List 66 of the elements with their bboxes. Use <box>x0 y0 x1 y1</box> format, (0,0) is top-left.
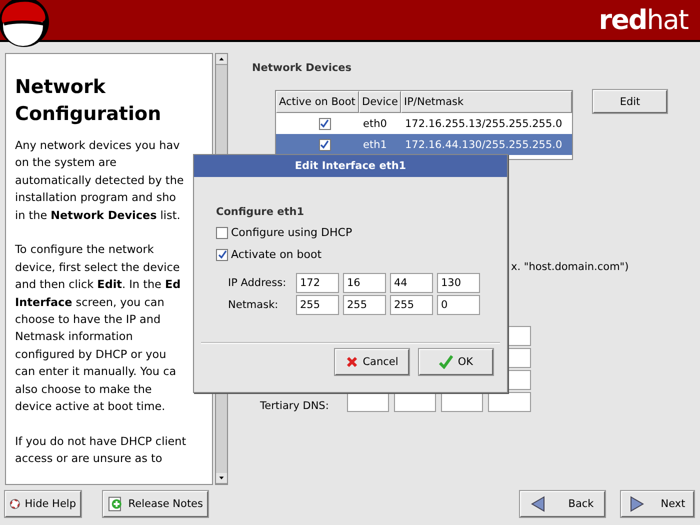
help-text: configured by DHCP or you <box>15 346 168 363</box>
help-text: installation program and sho <box>15 190 178 206</box>
help-text: on the system are <box>15 155 118 172</box>
option-label[interactable]: Configure using DHCP <box>231 226 352 239</box>
input-field[interactable] <box>394 392 436 412</box>
help-text: in the Network Devices list. <box>15 208 182 224</box>
checkbox[interactable] <box>318 118 330 130</box>
option-label[interactable]: Activate on boot <box>231 248 322 261</box>
table-cell-text: 172.16.44.130/255.255.255.0 <box>404 138 564 150</box>
help-text: choose to have the IP and <box>15 312 162 328</box>
octet-field[interactable]: 255 <box>343 295 386 315</box>
section-title: Configure eth1 <box>216 206 306 218</box>
left-triangle-icon <box>531 496 546 512</box>
help-text: device, first select the device <box>15 260 181 276</box>
help-text: Netmask information <box>15 329 134 346</box>
next-button[interactable]: Next <box>621 490 694 516</box>
table-cell-text: eth0 <box>362 118 388 130</box>
help-text: To configure the network <box>15 242 155 258</box>
octet-field[interactable]: 255 <box>296 295 339 315</box>
help-text: Any network devices you hav <box>15 138 181 154</box>
dialog-title: Edit Interface eth1 <box>194 155 507 177</box>
help-text: and then click Edit. In the Ed <box>15 277 182 294</box>
release-notes-button[interactable]: Release Notes <box>103 490 208 516</box>
help-text: automatically detected by the <box>15 172 185 189</box>
field-label: IP Address: <box>228 277 288 289</box>
edit-button[interactable]: Edit <box>593 90 667 113</box>
scroll-down-icon[interactable] <box>216 473 227 484</box>
table-cell-text: 172.16.255.13/255.255.255.0 <box>404 118 564 130</box>
help-text: can enter it manually. You ca <box>15 364 178 380</box>
table-cell-text: eth1 <box>362 138 388 150</box>
checkmark-icon <box>438 355 453 369</box>
column-header[interactable]: Active on Boot <box>276 91 359 113</box>
octet-field[interactable]: 0 <box>437 295 480 315</box>
help-text: access or are unsure as to <box>15 451 164 468</box>
help-text: If you do not have DHCP client <box>15 434 188 450</box>
scroll-up-icon[interactable] <box>216 54 227 65</box>
cancel-button[interactable]: Cancel <box>335 349 409 375</box>
close-icon <box>346 356 358 368</box>
hint-text: x. "host.domain.com") <box>511 261 630 273</box>
ok-button[interactable]: OK <box>419 349 493 375</box>
hide-help-button[interactable]: Hide Help <box>5 490 81 516</box>
add-document-icon <box>108 496 124 512</box>
input-field[interactable] <box>347 392 389 412</box>
help-title: Network Configuration <box>15 75 162 127</box>
column-header[interactable]: Device <box>359 91 401 113</box>
help-text: device active at boot time. <box>15 399 166 416</box>
input-field[interactable] <box>488 392 531 412</box>
right-triangle-icon <box>630 496 644 512</box>
octet-field[interactable]: 16 <box>343 273 386 293</box>
input-field[interactable] <box>441 392 483 412</box>
octet-field[interactable]: 44 <box>390 273 433 293</box>
section-title: Network Devices <box>252 62 353 74</box>
device-row[interactable]: eth1 172.16.44.130/255.255.255.0 <box>276 134 572 155</box>
help-text: Interface screen, you can <box>15 294 166 311</box>
octet-field[interactable]: 172 <box>296 273 339 293</box>
checkbox[interactable] <box>216 248 228 260</box>
field-label: Netmask: <box>228 299 280 311</box>
brand-logo: redhat <box>598 4 688 36</box>
checkbox[interactable] <box>318 138 330 150</box>
help-text: also choose to make the <box>15 382 153 398</box>
octet-field[interactable]: 130 <box>437 273 480 293</box>
octet-field[interactable]: 255 <box>390 295 433 315</box>
field-label: Tertiary DNS: <box>259 400 330 412</box>
back-button[interactable]: Back <box>520 490 605 516</box>
checkbox[interactable] <box>216 226 228 238</box>
column-header[interactable]: IP/Netmask <box>401 91 572 113</box>
